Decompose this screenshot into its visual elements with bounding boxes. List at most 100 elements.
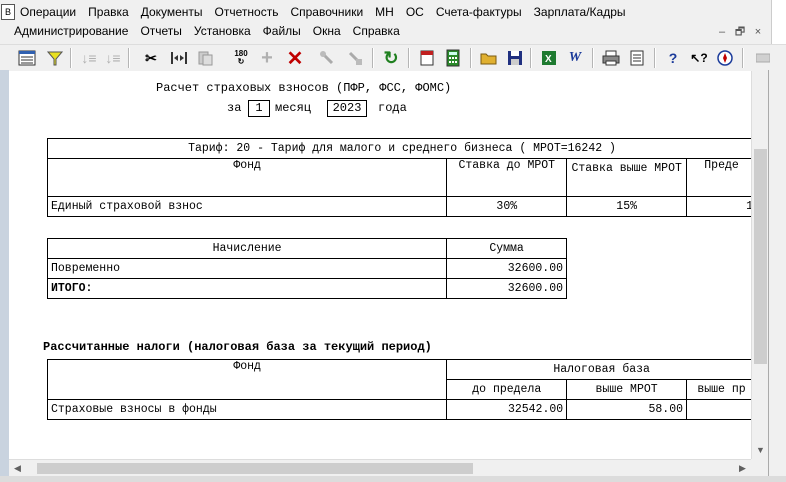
toolbar-separator bbox=[654, 48, 656, 68]
rates-header-fund: Фонд bbox=[46, 158, 448, 197]
menu-help[interactable]: Справка bbox=[347, 24, 406, 38]
sort-asc-icon[interactable]: ↓≡ bbox=[78, 47, 100, 69]
toolbar-separator bbox=[742, 48, 744, 68]
context-help-icon[interactable]: ↖? bbox=[688, 47, 710, 69]
system-menu-icon[interactable]: В bbox=[1, 4, 15, 20]
split-icon[interactable] bbox=[168, 47, 190, 69]
scroll-down-arrow-icon[interactable]: ▼ bbox=[752, 442, 769, 459]
year-label: года bbox=[378, 101, 407, 115]
rates-header-rate-above: Ставка выше МРОТ bbox=[566, 158, 688, 197]
calendar-icon[interactable] bbox=[416, 47, 438, 69]
taxes-subheader-above-mrot: выше МРОТ bbox=[566, 379, 688, 400]
taxes-row-fund: Страховые взносы в фонды bbox=[46, 399, 448, 420]
refresh-icon[interactable]: ↻ bbox=[380, 47, 402, 69]
toolbar-separator bbox=[70, 48, 72, 68]
menu-administration[interactable]: Администрирование bbox=[8, 24, 134, 38]
outer-window-edge bbox=[771, 0, 786, 44]
menu-operations[interactable]: Операции bbox=[14, 5, 82, 19]
month-value: 1 bbox=[248, 100, 270, 117]
tariff-header: Тариф: 20 - Тариф для малого и среднего … bbox=[47, 138, 751, 159]
toolbar-separator bbox=[592, 48, 594, 68]
cut-icon[interactable]: ✂ bbox=[140, 47, 162, 69]
taxes-section-title: Рассчитанные налоги (налоговая база за т… bbox=[43, 340, 432, 354]
taxes-row-above-limit bbox=[686, 399, 751, 420]
svg-text:X: X bbox=[545, 54, 552, 65]
accruals-row-type: Повременно bbox=[46, 258, 448, 279]
menu-reports[interactable]: Отчеты bbox=[134, 24, 187, 38]
horizontal-scrollbar[interactable]: ◀ ▶ bbox=[9, 459, 751, 477]
taxes-row-above-mrot: 58.00 bbox=[566, 399, 688, 420]
tool2-icon[interactable] bbox=[344, 47, 366, 69]
menu-row-1: Операции Правка Документы Отчетность Спр… bbox=[14, 2, 632, 22]
menu-salary[interactable]: Зарплата/Кадры bbox=[528, 5, 632, 19]
menu-invoices[interactable]: Счета-фактуры bbox=[430, 5, 528, 19]
restore-button[interactable]: 🗗 bbox=[732, 24, 748, 40]
vertical-scroll-thumb[interactable] bbox=[754, 149, 767, 364]
left-panel-strip bbox=[0, 70, 9, 482]
accruals-row-sum: 32600.00 bbox=[446, 258, 567, 279]
taxes-header-base: Налоговая база bbox=[446, 359, 751, 380]
sort-desc-icon[interactable]: ↓≡ bbox=[102, 47, 124, 69]
scroll-left-arrow-icon[interactable]: ◀ bbox=[9, 460, 26, 477]
taxes-header-fund: Фонд bbox=[46, 359, 448, 400]
rates-row-fund: Единый страховой взнос bbox=[46, 196, 448, 217]
rotate-180-icon[interactable]: 180 ↻ bbox=[230, 47, 252, 69]
menu-documents[interactable]: Документы bbox=[135, 5, 209, 19]
rotate-arrow-icon: ↻ bbox=[237, 57, 245, 66]
taxes-row-below-limit: 32542.00 bbox=[446, 399, 568, 420]
extra-toolbar-icon[interactable] bbox=[752, 47, 774, 69]
scroll-right-arrow-icon[interactable]: ▶ bbox=[734, 460, 751, 477]
tool-icon[interactable] bbox=[316, 47, 338, 69]
toolbar-separator bbox=[470, 48, 472, 68]
scrollbar-corner bbox=[751, 459, 768, 476]
report-grid-icon[interactable] bbox=[16, 47, 38, 69]
taxes-subheader-below-limit: до предела bbox=[446, 379, 568, 400]
vertical-scrollbar[interactable]: ▼ bbox=[751, 71, 769, 459]
accruals-total-label: ИТОГО: bbox=[46, 278, 448, 299]
menu-mn[interactable]: МН bbox=[369, 5, 400, 19]
print-icon[interactable] bbox=[600, 47, 622, 69]
excel-icon[interactable]: X bbox=[538, 47, 560, 69]
help-icon[interactable]: ? bbox=[662, 47, 684, 69]
menu-row-2: Администрирование Отчеты Установка Файлы… bbox=[8, 21, 406, 41]
open-folder-icon[interactable] bbox=[478, 47, 500, 69]
toolbar: ↓≡ ↓≡ ✂ 180 ↻ + ✕ ↻ X W ? ↖? bbox=[0, 44, 786, 72]
calculator-icon[interactable] bbox=[442, 47, 464, 69]
word-icon[interactable]: W bbox=[564, 47, 586, 69]
compass-icon[interactable] bbox=[714, 47, 736, 69]
toolbar-separator bbox=[530, 48, 532, 68]
add-icon[interactable]: + bbox=[256, 47, 278, 69]
save-icon[interactable] bbox=[504, 47, 526, 69]
horizontal-scroll-thumb[interactable] bbox=[37, 463, 473, 474]
rates-row-rate-below: 30% bbox=[446, 196, 568, 217]
rates-header-limit: Преде bbox=[686, 158, 751, 197]
rates-row-rate-above: 15% bbox=[566, 196, 688, 217]
year-value: 2023 bbox=[327, 100, 367, 117]
filter-icon[interactable] bbox=[44, 47, 66, 69]
toolbar-separator bbox=[128, 48, 130, 68]
minimize-button[interactable]: – bbox=[714, 24, 730, 40]
menu-setup[interactable]: Установка bbox=[188, 24, 257, 38]
toolbar-separator bbox=[372, 48, 374, 68]
period-for-label: за bbox=[227, 101, 242, 115]
menu-files[interactable]: Файлы bbox=[257, 24, 307, 38]
menu-windows[interactable]: Окна bbox=[307, 24, 347, 38]
accruals-header-sum: Сумма bbox=[446, 238, 567, 259]
menu-os[interactable]: ОС bbox=[400, 5, 430, 19]
window-bottom-edge bbox=[0, 476, 786, 482]
menu-references[interactable]: Справочники bbox=[284, 5, 369, 19]
accruals-header-type: Начисление bbox=[46, 238, 448, 259]
report-title: Расчет страховых взносов (ПФР, ФСС, ФОМС… bbox=[156, 81, 452, 95]
menu-edit[interactable]: Правка bbox=[82, 5, 135, 19]
toolbar-separator bbox=[408, 48, 410, 68]
close-button[interactable]: × bbox=[750, 24, 766, 40]
delete-doc-icon[interactable] bbox=[194, 47, 216, 69]
menu-reporting[interactable]: Отчетность bbox=[209, 5, 285, 19]
accruals-total-value: 32600.00 bbox=[446, 278, 567, 299]
delete-icon[interactable]: ✕ bbox=[284, 47, 306, 70]
rates-row-limit: 1 bbox=[686, 196, 751, 217]
page-icon[interactable] bbox=[626, 47, 648, 69]
month-label: месяц bbox=[275, 101, 312, 115]
taxes-table: Фонд Налоговая база до предела выше МРОТ… bbox=[46, 359, 751, 420]
mdi-window-controls: – 🗗 × bbox=[714, 24, 766, 40]
